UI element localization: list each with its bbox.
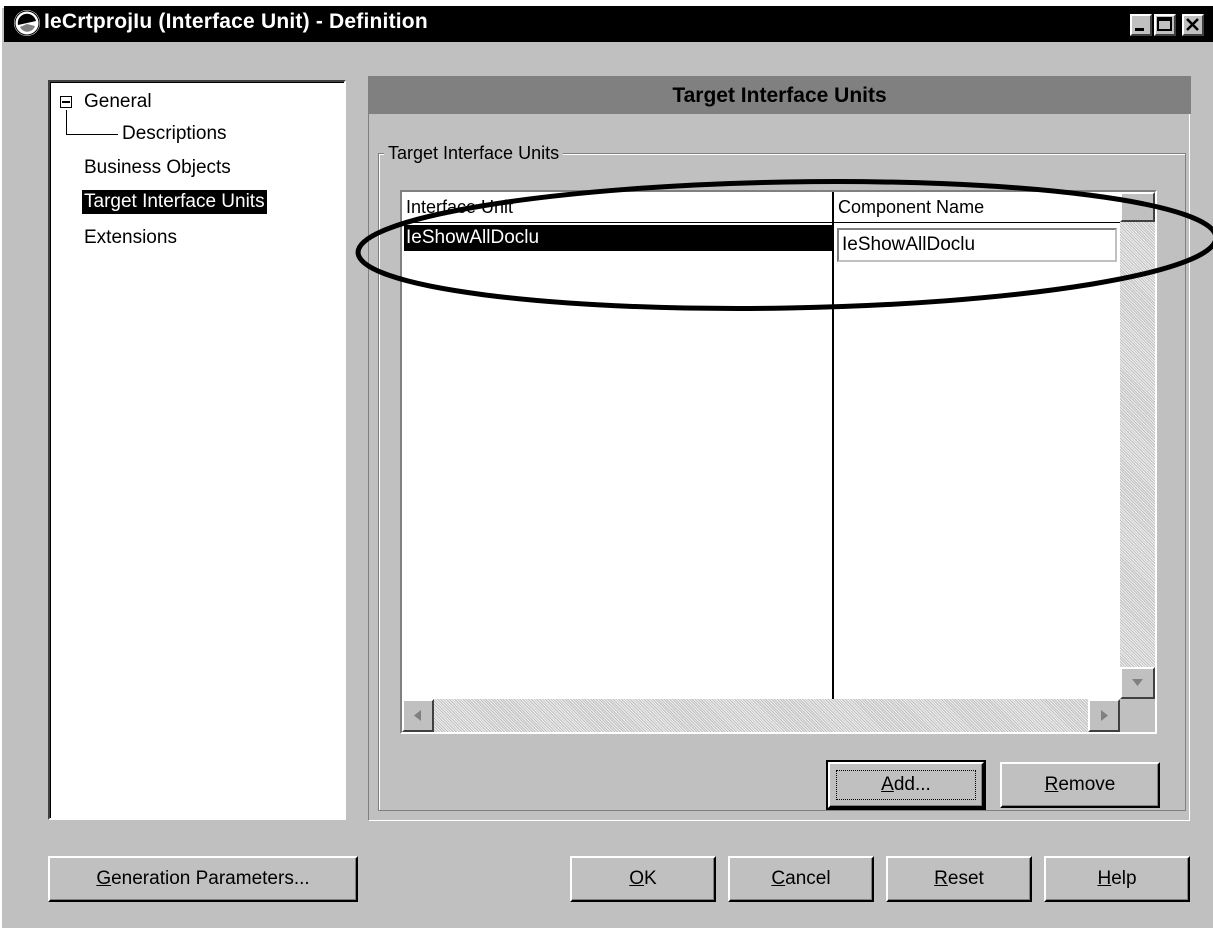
window-title: IeCrtprojIu (Interface Unit) - Definitio…	[44, 10, 428, 33]
groupbox-label: Target Interface Units	[384, 143, 564, 164]
tree-item-target-interface-units[interactable]: Target Interface Units	[82, 190, 267, 214]
tree-connector	[66, 134, 118, 135]
generation-accel: G	[96, 868, 112, 889]
page-title: Target Interface Units	[368, 76, 1191, 114]
remove-accel: R	[1044, 774, 1059, 795]
tree-item-general[interactable]: General	[82, 90, 154, 114]
tree-item-extensions[interactable]: Extensions	[82, 226, 179, 250]
arrow-right-icon	[1101, 710, 1108, 721]
column-header-component-name[interactable]: Component Name	[838, 192, 984, 222]
component-name-input[interactable]: IeShowAllDoclu	[837, 228, 1117, 262]
column-header-interface-unit[interactable]: Interface Unit	[406, 192, 513, 222]
interface-units-grid[interactable]: Interface Unit Component Name IeShowAllD…	[400, 190, 1157, 734]
table-row[interactable]: IeShowAllDoclu	[404, 225, 832, 251]
scroll-down-button[interactable]	[1120, 667, 1155, 699]
horizontal-scrollbar[interactable]	[402, 699, 1120, 732]
ok-button[interactable]: OK	[570, 856, 716, 902]
cancel-button[interactable]: Cancel	[728, 856, 874, 902]
help-accel: H	[1097, 868, 1112, 889]
reset-button[interactable]: Reset	[886, 856, 1032, 902]
navigation-tree[interactable]: General Descriptions Business Objects Ta…	[48, 80, 346, 820]
cancel-accel: C	[771, 868, 786, 889]
column-divider[interactable]	[832, 192, 834, 699]
remove-button[interactable]: Remove	[1000, 762, 1160, 808]
maximize-button[interactable]	[1154, 14, 1176, 36]
ok-accel: O	[629, 868, 645, 889]
collapse-icon[interactable]	[60, 96, 72, 108]
remove-label: emove	[1058, 774, 1116, 795]
help-button[interactable]: Help	[1044, 856, 1190, 902]
app-icon	[14, 10, 40, 36]
tree-item-business-objects[interactable]: Business Objects	[82, 156, 233, 180]
maximize-icon	[1157, 17, 1172, 31]
help-label: elp	[1111, 868, 1137, 889]
reset-accel: R	[934, 868, 948, 889]
scrollbar-corner	[1120, 699, 1155, 732]
minimize-button[interactable]	[1130, 14, 1152, 36]
vertical-scrollbar[interactable]	[1120, 192, 1155, 699]
ok-label: K	[644, 868, 657, 889]
scroll-left-button[interactable]	[402, 699, 434, 732]
arrow-down-icon	[1132, 679, 1143, 686]
title-bar[interactable]: IeCrtprojIu (Interface Unit) - Definitio…	[4, 6, 1213, 42]
generation-label: eneration Parameters...	[111, 868, 310, 889]
close-button[interactable]	[1182, 14, 1204, 36]
close-icon	[1186, 18, 1199, 31]
reset-label: eset	[947, 868, 984, 889]
tree-item-descriptions[interactable]: Descriptions	[120, 122, 229, 146]
minimize-icon	[1135, 28, 1144, 31]
generation-parameters-button[interactable]: Generation Parameters...	[48, 856, 358, 902]
arrow-left-icon	[414, 710, 421, 721]
focus-indicator	[836, 770, 976, 800]
header-divider	[402, 222, 1120, 223]
cancel-label: ancel	[785, 868, 831, 889]
scroll-right-button[interactable]	[1088, 699, 1120, 732]
tree-connector	[66, 110, 67, 135]
add-button[interactable]: Add...	[826, 760, 986, 810]
scroll-up-button[interactable]	[1120, 192, 1155, 222]
